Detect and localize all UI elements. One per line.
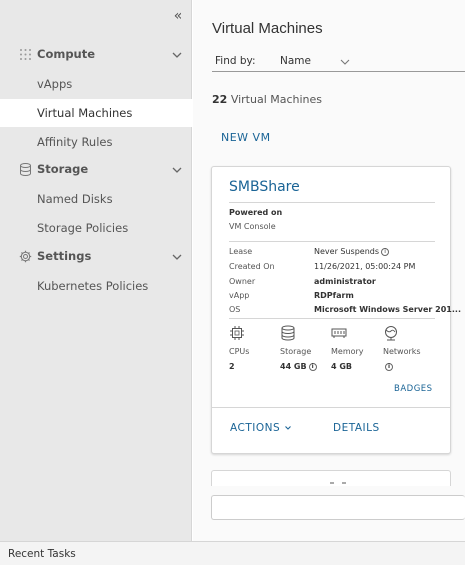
find-by-select[interactable]: Find by: Name	[212, 52, 465, 72]
info-icon[interactable]: i	[308, 362, 317, 371]
divider	[229, 318, 435, 319]
sidebar-item-label: Virtual Machines	[37, 106, 133, 120]
sidebar-group-label: Storage	[37, 162, 89, 176]
vapp-value: RDPfarm	[314, 291, 354, 300]
storage-icon	[281, 325, 295, 341]
power-state: Powered on	[229, 208, 283, 217]
networks-label: Networks	[383, 347, 421, 356]
sidebar: « Compute vApps Virtual Machines Affinit…	[0, 0, 192, 541]
main-content: Virtual Machines Find by: Name 22 Virtua…	[193, 0, 465, 541]
vm-count-number: 22	[212, 93, 228, 106]
vm-console-link[interactable]: VM Console	[229, 222, 276, 231]
vapp-label: vApp	[229, 291, 250, 300]
created-on-label: Created On	[229, 262, 275, 271]
storage-value-text: 44 GB	[280, 362, 307, 371]
double-chevron-left-icon[interactable]: «	[171, 8, 185, 24]
chevron-down-icon	[340, 59, 350, 65]
database-icon	[20, 163, 31, 176]
vm-card: SMBShare Powered on VM Console Lease Nev…	[211, 166, 461, 454]
divider	[229, 241, 435, 242]
sidebar-item-label: Named Disks	[37, 192, 113, 206]
sidebar-group-storage[interactable]: Storage	[0, 156, 192, 184]
sidebar-group-label: Settings	[37, 249, 92, 263]
sidebar-item-label: Storage Policies	[37, 221, 129, 235]
sidebar-item-storage-policies[interactable]: Storage Policies	[0, 214, 192, 242]
memory-stat: Memory 4 GB	[331, 325, 386, 371]
divider	[212, 407, 450, 408]
chevron-down-icon	[285, 426, 291, 430]
gear-icon	[19, 250, 32, 263]
sidebar-group-compute[interactable]: Compute	[0, 41, 192, 69]
lease-text: Never Suspends	[314, 247, 380, 256]
cpus-label: CPUs	[229, 347, 250, 356]
storage-value: 44 GB i	[280, 362, 335, 371]
sidebar-item-label: Kubernetes Policies	[37, 279, 149, 293]
divider	[229, 202, 435, 203]
recent-tasks-label: Recent Tasks	[8, 548, 76, 560]
grid-icon	[20, 49, 31, 60]
memory-value: 4 GB	[331, 362, 353, 371]
storage-label: Storage	[280, 347, 312, 356]
network-icon	[385, 326, 397, 341]
sidebar-group-label: Compute	[37, 47, 96, 61]
pagination-bar	[211, 495, 465, 520]
sidebar-group-settings[interactable]: Settings	[0, 243, 192, 271]
os-value: Microsoft Windows Server 201...	[314, 305, 461, 314]
badges-button[interactable]: BADGES	[394, 384, 433, 394]
sidebar-item-named-disks[interactable]: Named Disks	[0, 185, 192, 213]
sidebar-item-kubernetes-policies[interactable]: Kubernetes Policies	[0, 272, 192, 300]
cpu-icon	[230, 326, 244, 340]
info-icon[interactable]: i	[385, 362, 393, 371]
owner-label: Owner	[229, 277, 256, 286]
sidebar-item-label: vApps	[37, 77, 73, 91]
owner-value: administrator	[314, 277, 376, 286]
sidebar-item-affinity-rules[interactable]: Affinity Rules	[0, 128, 192, 156]
created-on-value: 11/26/2021, 05:00:24 PM	[314, 262, 416, 271]
sidebar-item-virtual-machines[interactable]: Virtual Machines	[0, 99, 192, 127]
chevron-down-icon	[172, 52, 182, 58]
partial-content	[330, 482, 346, 484]
new-vm-button[interactable]: NEW VM	[221, 131, 271, 144]
actions-dropdown[interactable]: ACTIONS	[230, 422, 292, 434]
actions-label: ACTIONS	[230, 422, 281, 434]
storage-stat: Storage 44 GB i	[280, 325, 335, 371]
cpus-stat: CPUs 2	[229, 325, 284, 371]
details-button[interactable]: DETAILS	[333, 422, 380, 434]
os-label: OS	[229, 305, 241, 314]
sidebar-item-label: Affinity Rules	[37, 135, 113, 149]
page-title: Virtual Machines	[212, 20, 323, 37]
vm-card-partial	[211, 470, 451, 486]
info-icon[interactable]: i	[381, 247, 390, 256]
find-by-label: Find by:	[215, 55, 256, 67]
lease-label: Lease	[229, 247, 253, 256]
chevron-down-icon	[172, 167, 182, 173]
cpus-value: 2	[229, 362, 235, 371]
networks-value: i	[383, 362, 438, 371]
memory-label: Memory	[331, 347, 364, 356]
chevron-down-icon	[172, 254, 182, 260]
find-by-value: Name	[280, 55, 311, 67]
sidebar-item-vapps[interactable]: vApps	[0, 70, 192, 98]
recent-tasks-bar[interactable]: Recent Tasks	[0, 541, 465, 565]
vm-count-text: Virtual Machines	[230, 93, 323, 106]
vm-count: 22 Virtual Machines	[212, 93, 322, 106]
memory-icon	[331, 328, 347, 338]
lease-value: Never Suspends i	[314, 247, 390, 256]
vm-name-link[interactable]: SMBShare	[229, 179, 300, 195]
networks-stat: Networks i	[383, 325, 438, 371]
